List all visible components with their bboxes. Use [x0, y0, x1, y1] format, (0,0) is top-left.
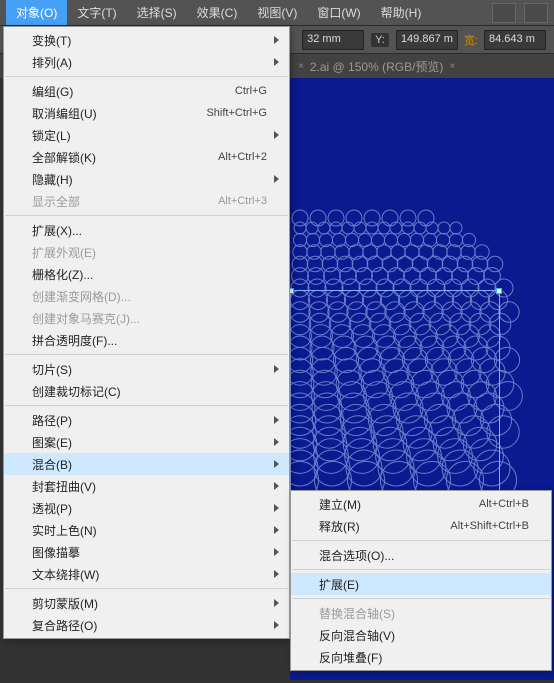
- shortcut: Alt+Ctrl+3: [218, 195, 267, 207]
- menu-item[interactable]: 切片(S): [4, 358, 289, 380]
- y-field[interactable]: 149.867 m: [396, 30, 458, 50]
- menu-item[interactable]: 混合选项(O)...: [291, 544, 551, 566]
- shortcut: Alt+Ctrl+B: [479, 498, 529, 510]
- menu-label: 隐藏(H): [32, 171, 73, 188]
- menu-item[interactable]: 复合路径(O): [4, 614, 289, 636]
- menu-item[interactable]: 栅格化(Z)...: [4, 263, 289, 285]
- shortcut: Alt+Shift+Ctrl+B: [450, 520, 529, 532]
- width-field[interactable]: 84.643 m: [484, 30, 546, 50]
- menu-label: 变换(T): [32, 32, 71, 49]
- menu-view[interactable]: 视图(V): [247, 0, 307, 25]
- menu-item[interactable]: 图像描摹: [4, 541, 289, 563]
- object-menu: 变换(T) 排列(A) 编组(G) Ctrl+G 取消编组(U) Shift+Ctrl+G…: [3, 26, 290, 639]
- menu-item[interactable]: 创建裁切标记(C): [4, 380, 289, 402]
- menu-item: 替换混合轴(S): [291, 602, 551, 624]
- menu-label: 显示全部: [32, 193, 80, 210]
- menu-label: 复合路径(O): [32, 617, 97, 634]
- menu-label: 创建渐变网格(D)...: [32, 288, 131, 305]
- menu-label: 扩展外观(E): [32, 244, 96, 261]
- menu-item[interactable]: 编组(G) Ctrl+G: [4, 80, 289, 102]
- menu-label: 透视(P): [32, 500, 72, 517]
- menu-item[interactable]: 建立(M) Alt+Ctrl+B: [291, 493, 551, 515]
- menu-label: 反向混合轴(V): [319, 627, 395, 644]
- menu-label: 实时上色(N): [32, 522, 97, 539]
- menu-label: 取消编组(U): [32, 105, 97, 122]
- menu-item[interactable]: 取消编组(U) Shift+Ctrl+G: [4, 102, 289, 124]
- menu-item[interactable]: 隐藏(H): [4, 168, 289, 190]
- menu-item[interactable]: 反向堆叠(F): [291, 646, 551, 668]
- menu-item[interactable]: 实时上色(N): [4, 519, 289, 541]
- menu-item[interactable]: 透视(P): [4, 497, 289, 519]
- menu-item[interactable]: 混合(B): [4, 453, 289, 475]
- menu-label: 混合(B): [32, 456, 72, 473]
- tab-title: 2.ai @ 150% (RGB/预览): [310, 58, 444, 75]
- menu-item[interactable]: 拼合透明度(F)...: [4, 329, 289, 351]
- menu-item[interactable]: 剪切蒙版(M): [4, 592, 289, 614]
- toolbar-icon-1[interactable]: [492, 3, 516, 23]
- menu-item[interactable]: 反向混合轴(V): [291, 624, 551, 646]
- menu-item: 扩展外观(E): [4, 241, 289, 263]
- menu-item[interactable]: 变换(T): [4, 29, 289, 51]
- menu-label: 混合选项(O)...: [319, 547, 394, 564]
- menu-label: 建立(M): [319, 496, 361, 513]
- menu-item: 显示全部 Alt+Ctrl+3: [4, 190, 289, 212]
- blend-submenu: 建立(M) Alt+Ctrl+B 释放(R) Alt+Shift+Ctrl+B 混合选项…: [290, 490, 552, 671]
- menubar: 对象(O) 文字(T) 选择(S) 效果(C) 视图(V) 窗口(W) 帮助(H…: [0, 0, 554, 26]
- field-1[interactable]: 32 mm: [302, 30, 364, 50]
- close-icon[interactable]: ×: [449, 61, 455, 72]
- menu-label: 释放(R): [319, 518, 360, 535]
- menu-item: 创建渐变网格(D)...: [4, 285, 289, 307]
- menu-label: 文本绕排(W): [32, 566, 99, 583]
- menu-item[interactable]: 文本绕排(W): [4, 563, 289, 585]
- close-icon[interactable]: ×: [298, 61, 304, 72]
- menu-label: 锁定(L): [32, 127, 71, 144]
- menu-label: 拼合透明度(F)...: [32, 332, 117, 349]
- menu-item[interactable]: 排列(A): [4, 51, 289, 73]
- menu-item[interactable]: 锁定(L): [4, 124, 289, 146]
- menu-label: 扩展(X)...: [32, 222, 82, 239]
- menu-label: 排列(A): [32, 54, 72, 71]
- y-label: Y:: [370, 32, 390, 48]
- menu-item[interactable]: 路径(P): [4, 409, 289, 431]
- menu-item: 创建对象马赛克(J)...: [4, 307, 289, 329]
- menu-label: 反向堆叠(F): [319, 649, 382, 666]
- menu-label: 栅格化(Z)...: [32, 266, 93, 283]
- shortcut: Shift+Ctrl+G: [206, 107, 267, 119]
- menu-item[interactable]: 扩展(E): [291, 573, 551, 595]
- doc-tab[interactable]: × 2.ai @ 150% (RGB/预览) ×: [290, 54, 463, 79]
- menu-label: 图案(E): [32, 434, 72, 451]
- menu-object[interactable]: 对象(O): [6, 0, 67, 25]
- width-label: 宽:: [464, 32, 478, 48]
- menu-label: 图像描摹: [32, 544, 80, 561]
- menu-label: 创建对象马赛克(J)...: [32, 310, 140, 327]
- menu-window[interactable]: 窗口(W): [307, 0, 370, 25]
- menu-effect[interactable]: 效果(C): [187, 0, 248, 25]
- menu-label: 切片(S): [32, 361, 72, 378]
- menu-item[interactable]: 释放(R) Alt+Shift+Ctrl+B: [291, 515, 551, 537]
- menu-item[interactable]: 扩展(X)...: [4, 219, 289, 241]
- menu-label: 路径(P): [32, 412, 72, 429]
- menu-label: 扩展(E): [319, 576, 359, 593]
- toolbar-icon-2[interactable]: [524, 3, 548, 23]
- menu-item[interactable]: 全部解锁(K) Alt+Ctrl+2: [4, 146, 289, 168]
- menu-item[interactable]: 图案(E): [4, 431, 289, 453]
- menu-label: 剪切蒙版(M): [32, 595, 98, 612]
- menu-select[interactable]: 选择(S): [127, 0, 187, 25]
- menu-label: 替换混合轴(S): [319, 605, 395, 622]
- menu-label: 编组(G): [32, 83, 73, 100]
- menu-help[interactable]: 帮助(H): [371, 0, 432, 25]
- shortcut: Alt+Ctrl+2: [218, 151, 267, 163]
- menu-item[interactable]: 封套扭曲(V): [4, 475, 289, 497]
- menu-text[interactable]: 文字(T): [67, 0, 126, 25]
- menu-label: 创建裁切标记(C): [32, 383, 121, 400]
- menu-label: 封套扭曲(V): [32, 478, 96, 495]
- shortcut: Ctrl+G: [235, 85, 267, 97]
- menu-label: 全部解锁(K): [32, 149, 96, 166]
